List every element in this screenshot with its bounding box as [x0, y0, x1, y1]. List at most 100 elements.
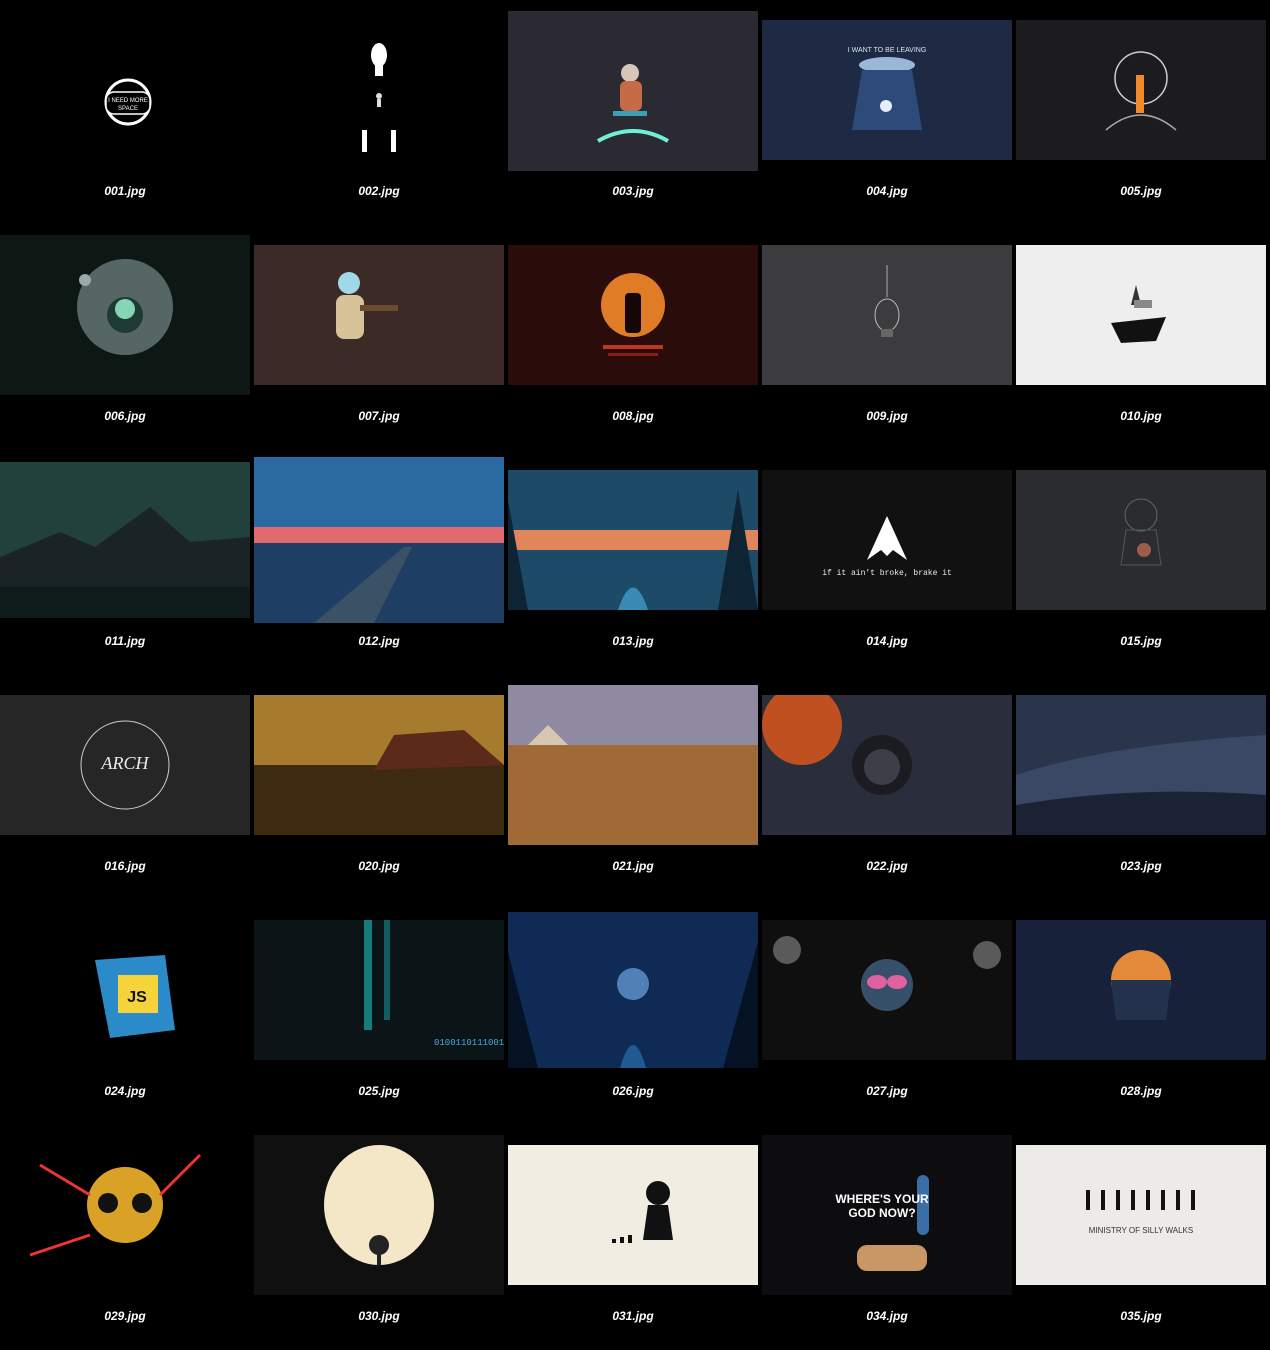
thumbnail-image [508, 1145, 758, 1285]
thumbnail-grid: I NEED MORE SPACE 001.jpg 002.jpg 003.jpg… [0, 0, 1270, 1350]
thumbnail-image [1016, 245, 1266, 385]
thumbnail-filename: 004.jpg [866, 184, 908, 198]
thumbnail-item-026[interactable]: 026.jpg [508, 900, 758, 1125]
thumbnail-filename: 010.jpg [1120, 409, 1162, 423]
thumbnail-image [254, 1135, 504, 1295]
thumbnail-image: ARCH [0, 695, 250, 835]
svg-text:GOD NOW?: GOD NOW? [848, 1206, 915, 1220]
thumbnail-filename: 028.jpg [1120, 1084, 1162, 1098]
svg-text:SPACE: SPACE [118, 106, 138, 112]
thumbnail-filename: 009.jpg [866, 409, 908, 423]
thumbnail-item-016[interactable]: ARCH 016.jpg [0, 675, 250, 900]
thumbnail-filename: 008.jpg [612, 409, 654, 423]
thumbnail-filename: 002.jpg [358, 184, 400, 198]
thumbnail-item-007[interactable]: 007.jpg [254, 225, 504, 450]
thumbnail-image [508, 470, 758, 610]
thumbnail-filename: 016.jpg [104, 859, 146, 873]
thumbnail-image: MINISTRY OF SILLY WALKS [1016, 1145, 1266, 1285]
thumbnail-image: WHERE'S YOUR GOD NOW? [762, 1135, 1012, 1295]
thumbnail-image: 0100110111001 [254, 920, 504, 1060]
thumbnail-filename: 034.jpg [866, 1309, 908, 1323]
thumbnail-filename: 030.jpg [358, 1309, 400, 1323]
thumbnail-image [762, 245, 1012, 385]
thumbnail-image [762, 920, 1012, 1060]
thumbnail-image [0, 1135, 250, 1295]
thumbnail-image [0, 462, 250, 618]
thumbnail-filename: 026.jpg [612, 1084, 654, 1098]
thumbnail-item-031[interactable]: 031.jpg [508, 1125, 758, 1350]
thumbnail-image [1016, 20, 1266, 160]
thumbnail-item-002[interactable]: 002.jpg [254, 0, 504, 225]
thumbnail-filename: 012.jpg [358, 634, 400, 648]
thumbnail-image: I WANT TO BE LEAVING [762, 20, 1012, 160]
thumbnail-filename: 023.jpg [1120, 859, 1162, 873]
thumbnail-filename: 035.jpg [1120, 1309, 1162, 1323]
thumbnail-image: if it ain't broke, brake it [762, 470, 1012, 610]
thumbnail-filename: 007.jpg [358, 409, 400, 423]
svg-text:ARCH: ARCH [101, 753, 150, 773]
thumbnail-filename: 027.jpg [866, 1084, 908, 1098]
thumbnail-item-021[interactable]: 021.jpg [508, 675, 758, 900]
thumbnail-filename: 014.jpg [866, 634, 908, 648]
thumbnail-filename: 015.jpg [1120, 634, 1162, 648]
thumbnail-filename: 021.jpg [612, 859, 654, 873]
thumbnail-item-015[interactable]: 015.jpg [1016, 450, 1266, 675]
thumbnail-item-029[interactable]: 029.jpg [0, 1125, 250, 1350]
thumbnail-image [508, 245, 758, 385]
thumbnail-item-003[interactable]: 003.jpg [508, 0, 758, 225]
thumbnail-filename: 022.jpg [866, 859, 908, 873]
svg-text:MINISTRY OF SILLY WALKS: MINISTRY OF SILLY WALKS [1089, 1226, 1193, 1235]
svg-text:WHERE'S YOUR: WHERE'S YOUR [835, 1192, 929, 1206]
thumbnail-filename: 005.jpg [1120, 184, 1162, 198]
thumbnail-item-035[interactable]: MINISTRY OF SILLY WALKS 035.jpg [1016, 1125, 1266, 1350]
thumbnail-image [0, 235, 250, 395]
thumbnail-item-012[interactable]: 012.jpg [254, 450, 504, 675]
thumbnail-item-022[interactable]: 022.jpg [762, 675, 1012, 900]
thumbnail-image [254, 695, 504, 835]
svg-text:if it ain't broke, brake it: if it ain't broke, brake it [822, 569, 952, 578]
thumbnail-filename: 029.jpg [104, 1309, 146, 1323]
thumbnail-item-020[interactable]: 020.jpg [254, 675, 504, 900]
thumbnail-item-027[interactable]: 027.jpg [762, 900, 1012, 1125]
thumbnail-filename: 020.jpg [358, 859, 400, 873]
thumbnail-filename: 031.jpg [612, 1309, 654, 1323]
thumbnail-item-005[interactable]: 005.jpg [1016, 0, 1266, 225]
thumbnail-image [1016, 920, 1266, 1060]
thumbnail-item-011[interactable]: 011.jpg [0, 450, 250, 675]
thumbnail-item-008[interactable]: 008.jpg [508, 225, 758, 450]
thumbnail-item-001[interactable]: I NEED MORE SPACE 001.jpg [0, 0, 250, 225]
thumbnail-item-030[interactable]: 030.jpg [254, 1125, 504, 1350]
thumbnail-filename: 006.jpg [104, 409, 146, 423]
thumbnail-item-004[interactable]: I WANT TO BE LEAVING 004.jpg [762, 0, 1012, 225]
thumbnail-item-034[interactable]: WHERE'S YOUR GOD NOW? 034.jpg [762, 1125, 1012, 1350]
thumbnail-filename: 011.jpg [104, 634, 146, 648]
thumbnail-item-028[interactable]: 028.jpg [1016, 900, 1266, 1125]
thumbnail-filename: 001.jpg [104, 184, 146, 198]
thumbnail-item-014[interactable]: if it ain't broke, brake it 014.jpg [762, 450, 1012, 675]
thumbnail-image [254, 457, 504, 623]
thumbnail-filename: 013.jpg [612, 634, 654, 648]
thumbnail-image [254, 0, 504, 180]
thumbnail-item-025[interactable]: 0100110111001 025.jpg [254, 900, 504, 1125]
thumbnail-item-009[interactable]: 009.jpg [762, 225, 1012, 450]
svg-text:I NEED MORE: I NEED MORE [108, 98, 148, 104]
thumbnail-image [254, 245, 504, 385]
thumbnail-image: JS [0, 920, 250, 1060]
thumbnail-item-006[interactable]: 006.jpg [0, 225, 250, 450]
thumbnail-filename: 003.jpg [612, 184, 654, 198]
svg-text:I WANT TO BE LEAVING: I WANT TO BE LEAVING [848, 47, 927, 54]
thumbnail-item-024[interactable]: JS 024.jpg [0, 900, 250, 1125]
thumbnail-image [762, 695, 1012, 835]
thumbnail-filename: 024.jpg [104, 1084, 146, 1098]
thumbnail-item-010[interactable]: 010.jpg [1016, 225, 1266, 450]
svg-text:JS: JS [127, 989, 147, 1006]
thumbnail-image [508, 685, 758, 845]
thumbnail-item-023[interactable]: 023.jpg [1016, 675, 1266, 900]
thumbnail-item-013[interactable]: 013.jpg [508, 450, 758, 675]
thumbnail-image [1016, 695, 1266, 835]
svg-text:0100110111001: 0100110111001 [434, 1038, 504, 1048]
thumbnail-filename: 025.jpg [358, 1084, 400, 1098]
thumbnail-image [508, 11, 758, 171]
thumbnail-image [1016, 470, 1266, 610]
thumbnail-image [508, 912, 758, 1068]
